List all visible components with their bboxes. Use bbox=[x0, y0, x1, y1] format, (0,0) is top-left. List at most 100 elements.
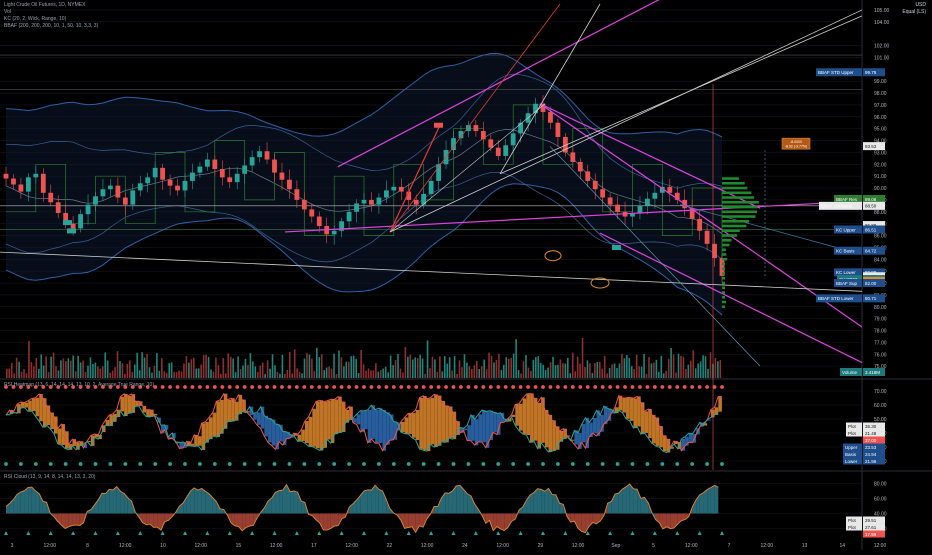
rsi-heat-bar bbox=[227, 399, 232, 422]
cloud-value-tag-text: 27.61 bbox=[865, 525, 877, 530]
cloud-segment bbox=[714, 485, 719, 514]
volume-profile-bar bbox=[722, 305, 725, 309]
volume-bar bbox=[574, 371, 576, 378]
rsi-bottom-dot bbox=[168, 462, 172, 466]
candle-body bbox=[361, 199, 367, 204]
volume-bar bbox=[643, 354, 645, 378]
candle-body bbox=[480, 131, 486, 140]
symbol-legend[interactable]: Light Crude Oil Futures, 1D, NYMEX bbox=[4, 2, 85, 8]
rsi-heat-bar bbox=[404, 417, 409, 434]
volume-legend[interactable]: Vol bbox=[4, 9, 11, 15]
volume-bar bbox=[623, 358, 626, 378]
volume-bar bbox=[675, 372, 677, 378]
volume-bar bbox=[141, 352, 143, 378]
candle-body bbox=[548, 112, 553, 123]
candle-body bbox=[40, 173, 46, 193]
price-tick: 91.00 bbox=[874, 174, 887, 180]
cloud-segment bbox=[42, 501, 47, 514]
cloud-up-arrow bbox=[205, 531, 210, 535]
candle-body bbox=[182, 180, 188, 191]
volume-bar bbox=[190, 359, 193, 378]
scale-mode-label[interactable]: Equal (LS) bbox=[902, 9, 926, 15]
price-value-tag-text: 82.00 bbox=[865, 281, 877, 286]
candle-body bbox=[495, 147, 501, 156]
cloud-segment bbox=[633, 488, 638, 514]
volume-bar bbox=[382, 368, 385, 378]
rsi-top-dot bbox=[697, 385, 702, 389]
rsi-heatmap-legend[interactable]: RSI Heatmap (13, 6, 14, 14, 14, 13, 10, … bbox=[4, 382, 154, 388]
cloud-segment bbox=[279, 490, 283, 514]
rsi-bottom-dot bbox=[690, 462, 695, 466]
volume-bar bbox=[473, 365, 476, 378]
rsi-cloud-legend[interactable]: RSI Cloud (13, 9, 14, 8, 14, 14, 13, 3, … bbox=[4, 474, 95, 480]
price-line-label-text: KC Basis bbox=[836, 249, 855, 254]
cloud-segment bbox=[35, 490, 40, 514]
candle-body bbox=[100, 189, 106, 197]
candle-body bbox=[592, 180, 598, 190]
time-tick: 12:00 bbox=[421, 543, 434, 549]
rsi-heat-bar bbox=[312, 408, 316, 447]
cloud-segment bbox=[448, 490, 453, 514]
cloud-segment bbox=[153, 513, 158, 528]
cloud-tick: 80.00 bbox=[874, 482, 887, 488]
volume-bar bbox=[42, 365, 45, 378]
candle-body bbox=[607, 197, 613, 205]
kc-legend[interactable]: KC (20, 2, Wick, Range, 10) bbox=[4, 16, 66, 22]
rsi-top-dot bbox=[578, 385, 583, 389]
cloud-up-arrow bbox=[227, 531, 232, 535]
candle-body bbox=[85, 204, 91, 215]
volume-profile-bar bbox=[722, 196, 755, 199]
volume-bar bbox=[581, 337, 584, 378]
main-chart[interactable]: 105.00 104.00 102.00 101.00 99.00 98.00 97.00 9… bbox=[0, 0, 932, 550]
volume-bar bbox=[367, 368, 370, 378]
volume-bar bbox=[220, 373, 222, 378]
rsi-top-dot bbox=[324, 385, 329, 389]
rsi-top-dot bbox=[220, 385, 225, 389]
rsi-top-dot bbox=[347, 385, 351, 389]
volume-bar bbox=[404, 346, 407, 378]
rsi-label-text: Upper bbox=[845, 445, 858, 450]
volume-bar bbox=[685, 368, 687, 378]
rsi-heat-bar bbox=[688, 433, 693, 443]
cloud-up-arrow bbox=[160, 531, 165, 535]
price-value-tag-text: 93.53 bbox=[865, 144, 877, 149]
volume-bar bbox=[443, 356, 446, 378]
volume-bar bbox=[515, 339, 517, 378]
cloud-segment bbox=[434, 506, 438, 514]
rsi-bottom-dot bbox=[451, 462, 456, 466]
rsi-top-dot bbox=[585, 385, 590, 389]
cloud-up-arrow bbox=[608, 531, 613, 535]
volume-profile-bar bbox=[722, 253, 727, 256]
bbaf-legend[interactable]: BBAF (200, 200, 200, 10, 1, 50, 10, 3.3,… bbox=[4, 23, 98, 29]
volume-bar bbox=[212, 371, 215, 378]
rsi-top-dot bbox=[720, 385, 724, 389]
candle-body bbox=[473, 125, 479, 132]
cloud-up-arrow bbox=[339, 531, 344, 535]
volume-bar bbox=[348, 361, 350, 378]
volume-bar bbox=[719, 360, 722, 378]
volume-bar bbox=[505, 357, 508, 378]
rsi-heat-bar bbox=[548, 414, 553, 453]
time-tick: 12:00 bbox=[685, 543, 698, 549]
volume-bar bbox=[517, 369, 520, 378]
volume-profile-bar bbox=[722, 248, 726, 252]
volume-bar bbox=[129, 360, 131, 378]
price-tick: 105.00 bbox=[874, 8, 890, 14]
volume-bar bbox=[510, 357, 512, 378]
volume-profile-bar bbox=[722, 224, 747, 228]
rsi-top-dot bbox=[533, 385, 538, 389]
candle-body bbox=[704, 230, 710, 244]
rsi-top-dot bbox=[280, 385, 284, 389]
volume-bar bbox=[124, 373, 126, 378]
volume-bar bbox=[232, 358, 234, 378]
volume-bar bbox=[424, 373, 426, 378]
volume-bar bbox=[633, 369, 636, 378]
volume-bar bbox=[527, 367, 530, 378]
rsi-top-dot bbox=[593, 385, 598, 389]
rsi-top-dot bbox=[473, 385, 478, 389]
rsi-bottom-dot bbox=[541, 462, 545, 466]
volume-bar bbox=[616, 367, 618, 378]
volume-bar bbox=[234, 372, 237, 378]
rsi-heat-bar bbox=[626, 397, 630, 419]
volume-profile-bar bbox=[722, 210, 758, 214]
